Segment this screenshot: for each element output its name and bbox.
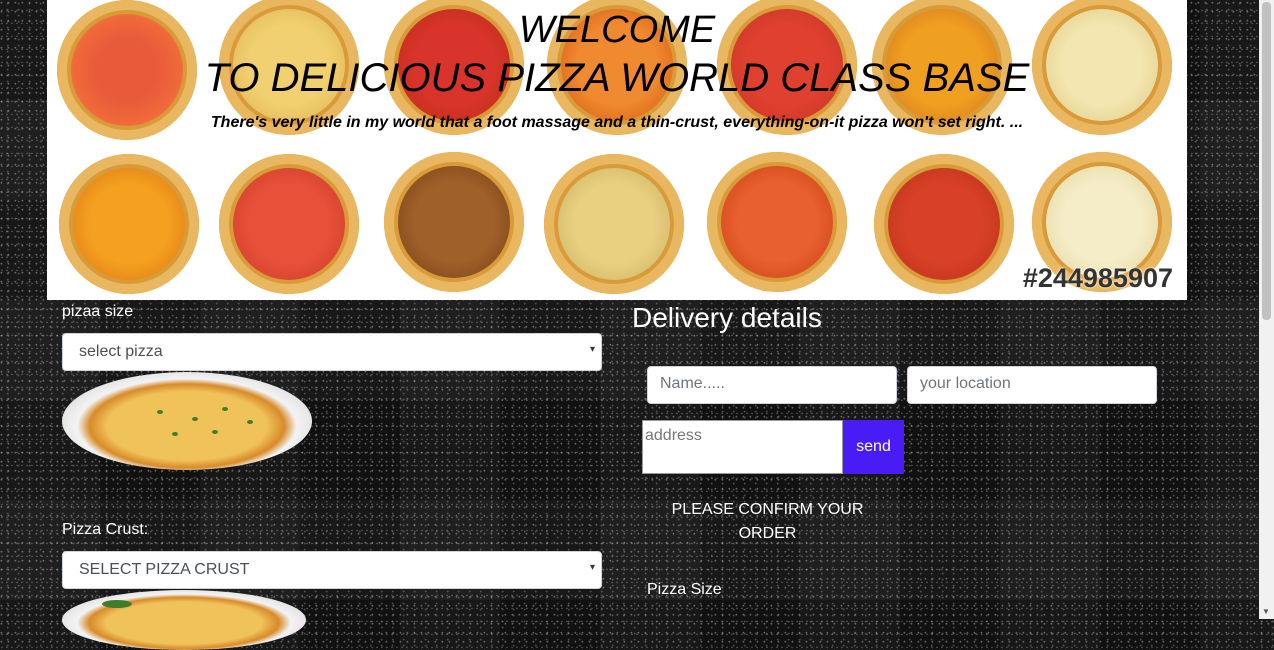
location-input[interactable]: your location bbox=[907, 366, 1157, 404]
pizza-image bbox=[384, 152, 524, 292]
chevron-down-icon: ▾ bbox=[589, 344, 595, 355]
page-title: TO DELICIOUS PIZZA WORLD CLASS BASE bbox=[204, 56, 1030, 100]
pizza-crust-label: Pizza Crust: bbox=[62, 521, 149, 538]
pizza-size-select-value: select pizza bbox=[79, 343, 163, 360]
address-placeholder: address bbox=[645, 427, 702, 444]
pizza-crust-image bbox=[62, 590, 306, 650]
pizza-crust-select[interactable]: SELECT PIZZA CRUST ▾ bbox=[62, 551, 602, 589]
send-button[interactable]: send bbox=[843, 420, 904, 474]
pizza-crust-select-value: SELECT PIZZA CRUST bbox=[79, 561, 250, 578]
pizza-image bbox=[707, 152, 847, 292]
scroll-down-arrow-icon[interactable]: ▼ bbox=[1262, 607, 1270, 616]
delivery-heading: Delivery details bbox=[632, 302, 822, 333]
image-id-label: #244985907 bbox=[1022, 263, 1173, 293]
vertical-scrollbar[interactable]: ▼ bbox=[1259, 0, 1274, 619]
welcome-heading: WELCOME bbox=[518, 9, 716, 51]
location-input-placeholder: your location bbox=[920, 375, 1011, 392]
pizza-image bbox=[544, 154, 684, 294]
summary-pizza-size-label: Pizza Size bbox=[647, 581, 722, 598]
pizza-image bbox=[874, 154, 1014, 294]
scrollbar-thumb[interactable] bbox=[1262, 2, 1271, 320]
confirm-order-text: PLEASE CONFIRM YOUR ORDER bbox=[671, 501, 864, 542]
pizza-size-select[interactable]: select pizza ▾ bbox=[62, 333, 602, 371]
address-textarea[interactable]: address bbox=[642, 420, 843, 474]
chevron-down-icon: ▾ bbox=[589, 562, 595, 573]
pizza-image bbox=[59, 154, 199, 294]
pizza-size-image bbox=[62, 372, 312, 470]
tagline-quote: There's very little in my world that a f… bbox=[210, 114, 1024, 131]
pizza-size-label: pizaa size bbox=[62, 303, 134, 320]
name-input[interactable]: Name..... bbox=[647, 366, 897, 404]
name-input-placeholder: Name..... bbox=[660, 375, 725, 392]
hero-banner: WELCOME TO DELICIOUS PIZZA WORLD CLASS B… bbox=[47, 0, 1187, 300]
pizza-image bbox=[219, 154, 359, 294]
